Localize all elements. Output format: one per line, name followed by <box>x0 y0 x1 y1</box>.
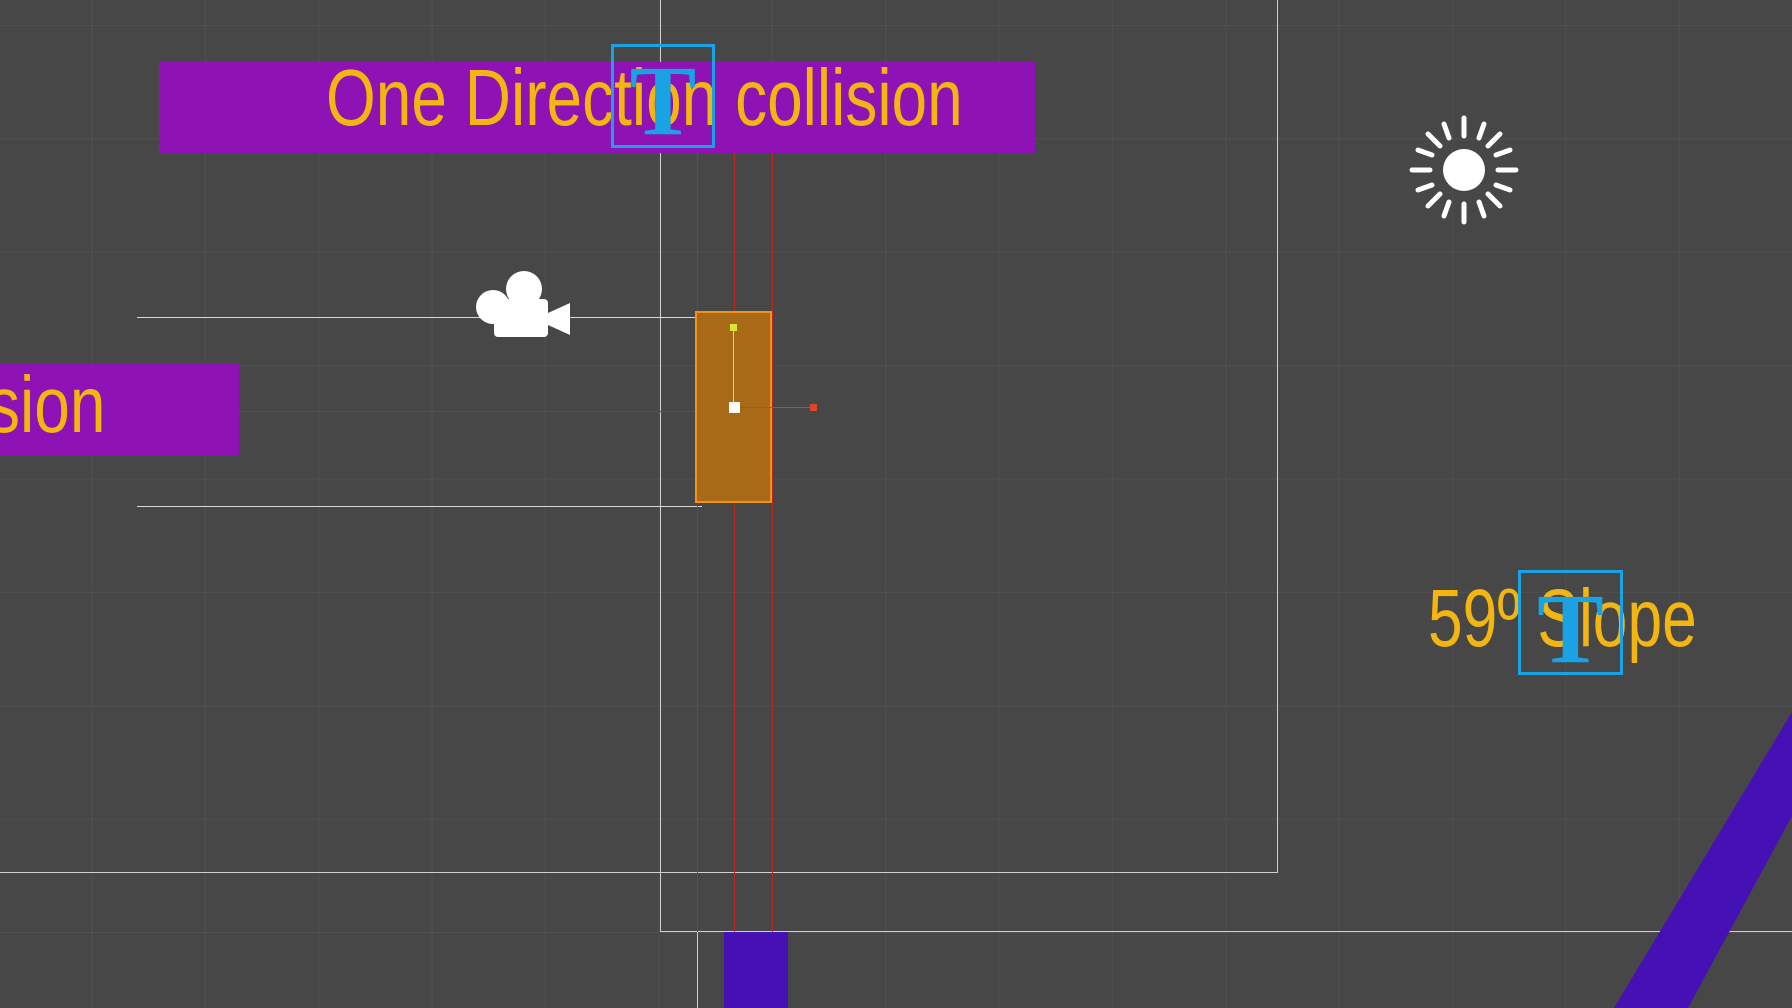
camera-frustum-top-line <box>137 317 697 318</box>
raycast-line-right <box>772 150 773 932</box>
ground-platform-block[interactable] <box>724 932 788 1008</box>
text-object-gizmo-top[interactable]: T <box>611 44 715 156</box>
game-view-bottom-line <box>0 872 1278 873</box>
transform-gizmo-center-handle[interactable] <box>729 402 740 413</box>
transform-gizmo-y-axis[interactable] <box>733 330 734 408</box>
game-view-right-line <box>1277 0 1278 873</box>
scene-viewport[interactable]: One Direction collision T sion 59º Slope… <box>0 0 1792 1008</box>
text-gizmo-icon: T <box>629 45 697 156</box>
text-object-gizmo-slope[interactable]: T <box>1518 570 1623 679</box>
transform-gizmo-x-axis[interactable] <box>738 407 815 408</box>
transform-gizmo-y-handle[interactable] <box>730 324 737 331</box>
raycast-line-horizontal <box>238 411 695 412</box>
raycast-line-left <box>697 150 698 932</box>
directional-light-icon[interactable] <box>1408 114 1520 226</box>
slope-platform[interactable] <box>1600 700 1792 1008</box>
camera-frustum-bottom-line <box>137 506 702 507</box>
raycast-line-center <box>734 150 735 932</box>
camera-gizmo-icon[interactable] <box>474 269 572 341</box>
left-label-text: sion <box>0 360 106 449</box>
transform-gizmo-x-handle[interactable] <box>810 404 817 411</box>
text-gizmo-icon-slope: T <box>1537 573 1604 684</box>
